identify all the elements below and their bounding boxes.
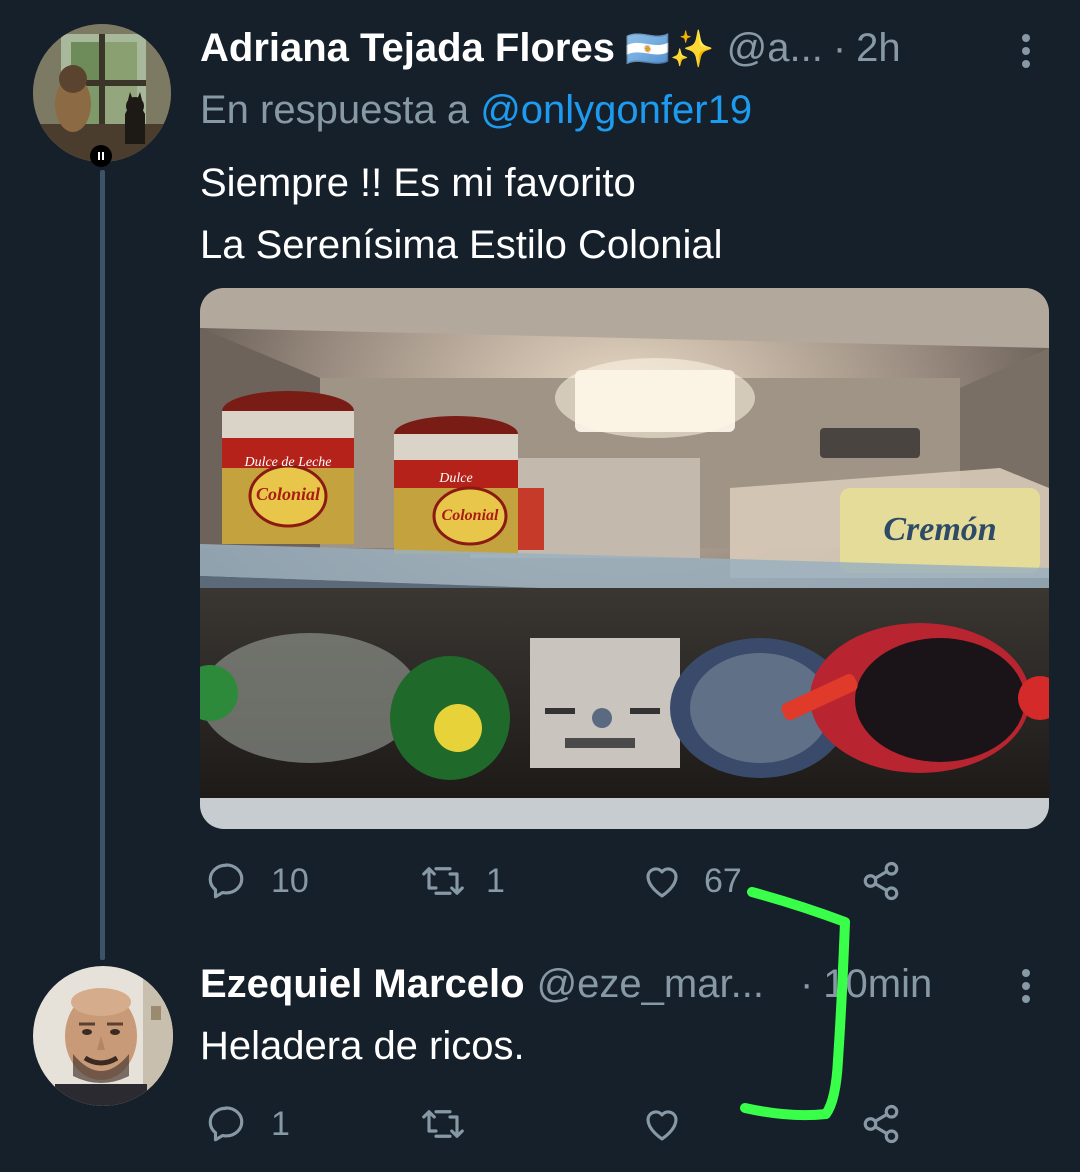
tweet-text: Siempre !! Es mi favorito La Serenísima …: [200, 161, 723, 267]
retweet-icon: [422, 1110, 464, 1138]
jar2-label: Dulce: [438, 471, 472, 486]
gif-pause-badge[interactable]: [90, 145, 112, 167]
tweet-timestamp[interactable]: 10min: [823, 962, 932, 1007]
reply-action[interactable]: 1: [205, 1103, 290, 1145]
flag-sparkles-emoji: 🇦🇷✨: [624, 27, 715, 69]
retweet-count: 1: [486, 861, 505, 900]
user-handle[interactable]: @eze_mar...: [537, 962, 764, 1007]
like-action[interactable]: 67: [640, 860, 742, 902]
user-handle[interactable]: @a...: [727, 26, 823, 71]
share-action[interactable]: [860, 1103, 902, 1145]
reply-count: 1: [271, 1104, 290, 1143]
avatar-photo-window-cat: [33, 24, 171, 162]
heart-icon: [646, 1110, 678, 1141]
separator-dot: ·: [832, 26, 847, 70]
tweet-header: Adriana Tejada Flores 🇦🇷✨ @a... · 2h: [200, 26, 901, 71]
pause-icon: [98, 152, 104, 160]
display-name[interactable]: Adriana Tejada Flores: [200, 26, 615, 71]
more-vertical-icon[interactable]: [1021, 33, 1031, 69]
fridge-photo: Dulce de Leche Colonial Dulce Colonial C…: [200, 288, 1049, 829]
avatar[interactable]: [33, 966, 173, 1106]
tub-label: Cremón: [883, 511, 996, 548]
tweet-media-image[interactable]: Dulce de Leche Colonial Dulce Colonial C…: [200, 288, 1049, 829]
tweet-timestamp[interactable]: 2h: [856, 26, 901, 71]
reply-context: En respuesta a @onlygonfer19: [200, 88, 752, 133]
share-action[interactable]: [860, 860, 902, 902]
jar2-sublabel: Colonial: [442, 507, 499, 524]
avatar-photo-man: [33, 966, 173, 1106]
reply-count: 10: [271, 861, 309, 900]
reply-mention-link[interactable]: @onlygonfer19: [480, 88, 752, 132]
reply-prefix: En respuesta a: [200, 88, 481, 132]
reply-action[interactable]: 10: [205, 860, 309, 902]
reply-icon: [208, 863, 244, 899]
separator-dot: ·: [799, 962, 814, 1006]
twitter-thread: Adriana Tejada Flores 🇦🇷✨ @a... · 2h En …: [0, 0, 1080, 1172]
tweet-header: Ezequiel Marcelo @eze_mar... · 10min: [200, 962, 932, 1007]
thread-connector-line: [100, 170, 105, 960]
display-name[interactable]: Ezequiel Marcelo: [200, 962, 525, 1007]
avatar[interactable]: [33, 24, 171, 162]
jar1-sublabel: Colonial: [256, 484, 320, 504]
retweet-action[interactable]: [420, 1103, 466, 1145]
retweet-action[interactable]: 1: [420, 860, 505, 902]
like-count: 67: [704, 861, 742, 900]
more-vertical-icon[interactable]: [1021, 968, 1031, 1004]
retweet-icon: [422, 867, 464, 895]
share-icon: [863, 1104, 899, 1144]
share-icon: [863, 861, 899, 901]
jar1-label: Dulce de Leche: [243, 455, 331, 470]
reply-icon: [208, 1106, 244, 1142]
tweet-text: Heladera de ricos.: [200, 1024, 525, 1068]
like-action[interactable]: [640, 1103, 684, 1145]
heart-icon: [646, 867, 678, 898]
